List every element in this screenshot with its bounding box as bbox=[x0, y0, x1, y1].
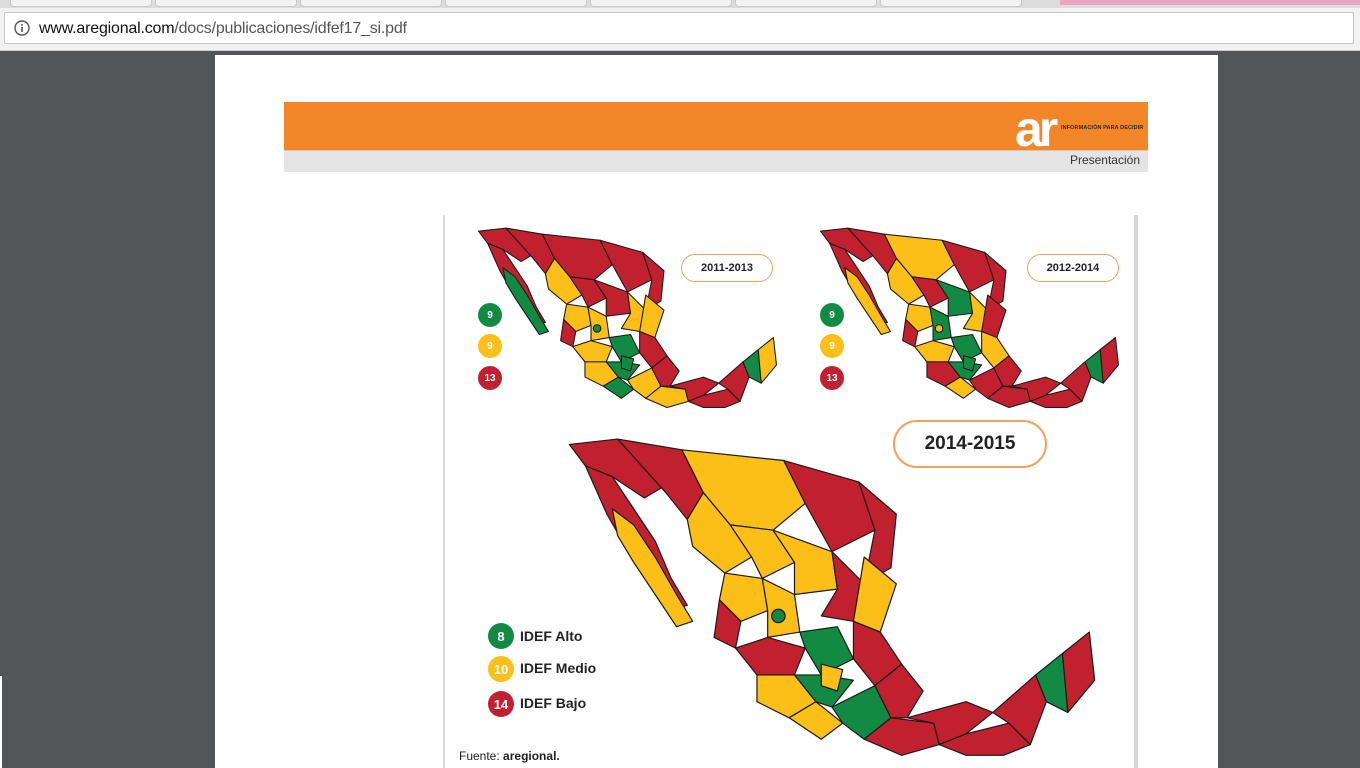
mexico-map-2014-2015 bbox=[568, 438, 1096, 756]
period-label-2011-2013: 2011-2013 bbox=[681, 254, 773, 282]
idef-figure: 2011-2013 9 9 13 2012-2014 9 9 13 2014-2… bbox=[443, 215, 1138, 768]
count-medio-2012-2014: 9 bbox=[820, 334, 844, 358]
tab[interactable] bbox=[590, 0, 732, 7]
source-note: Fuente: aregional. bbox=[459, 749, 560, 763]
count-bajo-2011-2013: 13 bbox=[478, 366, 502, 390]
subheader-bar: Presentación bbox=[284, 150, 1148, 172]
source-name: aregional. bbox=[503, 749, 560, 763]
url-host: www.aregional.com bbox=[39, 20, 175, 37]
tab[interactable] bbox=[300, 0, 442, 7]
viewer-edge bbox=[0, 676, 2, 768]
browser-toolbar: www.aregional.com/docs/publicaciones/idf… bbox=[0, 8, 1360, 51]
count-medio-2014-2015: 10 bbox=[488, 656, 514, 682]
tab[interactable] bbox=[735, 0, 877, 7]
legend-idef-medio: IDEF Medio bbox=[520, 660, 597, 676]
tab[interactable] bbox=[880, 0, 1022, 7]
info-icon[interactable] bbox=[14, 20, 30, 36]
count-alto-2014-2015: 8 bbox=[488, 623, 514, 649]
legend-idef-bajo: IDEF Bajo bbox=[520, 695, 587, 711]
url-text[interactable]: www.aregional.com/docs/publicaciones/idf… bbox=[39, 20, 407, 38]
count-bajo-2012-2014: 13 bbox=[820, 366, 844, 390]
count-bajo-2014-2015: 14 bbox=[488, 691, 514, 717]
tab[interactable] bbox=[10, 0, 152, 7]
tab[interactable] bbox=[155, 0, 297, 7]
logo-tagline: INFORMACIÓN PARA DECIDIR bbox=[1061, 125, 1144, 131]
tab-strip bbox=[0, 0, 1360, 8]
pdf-page: ar INFORMACIÓN PARA DECIDIR Presentación bbox=[215, 55, 1218, 768]
section-label: Presentación bbox=[1069, 153, 1140, 167]
legend-idef-alto: IDEF Alto bbox=[520, 628, 583, 644]
mexico-map-2012-2014 bbox=[820, 227, 1119, 409]
source-prefix: Fuente: bbox=[459, 749, 500, 763]
period-label-2012-2014: 2012-2014 bbox=[1027, 254, 1119, 282]
count-medio-2011-2013: 9 bbox=[478, 334, 502, 358]
count-alto-2011-2013: 9 bbox=[478, 303, 502, 327]
period-label-2014-2015: 2014-2015 bbox=[893, 420, 1047, 468]
svg-text:ar: ar bbox=[1015, 103, 1058, 149]
tab[interactable] bbox=[445, 0, 587, 7]
url-path: /docs/publicaciones/idfef17_si.pdf bbox=[174, 20, 407, 37]
address-bar[interactable]: www.aregional.com/docs/publicaciones/idf… bbox=[4, 12, 1354, 44]
mexico-map-2011-2013 bbox=[478, 227, 777, 409]
count-alto-2012-2014: 9 bbox=[820, 303, 844, 327]
window-accent bbox=[1060, 0, 1360, 5]
